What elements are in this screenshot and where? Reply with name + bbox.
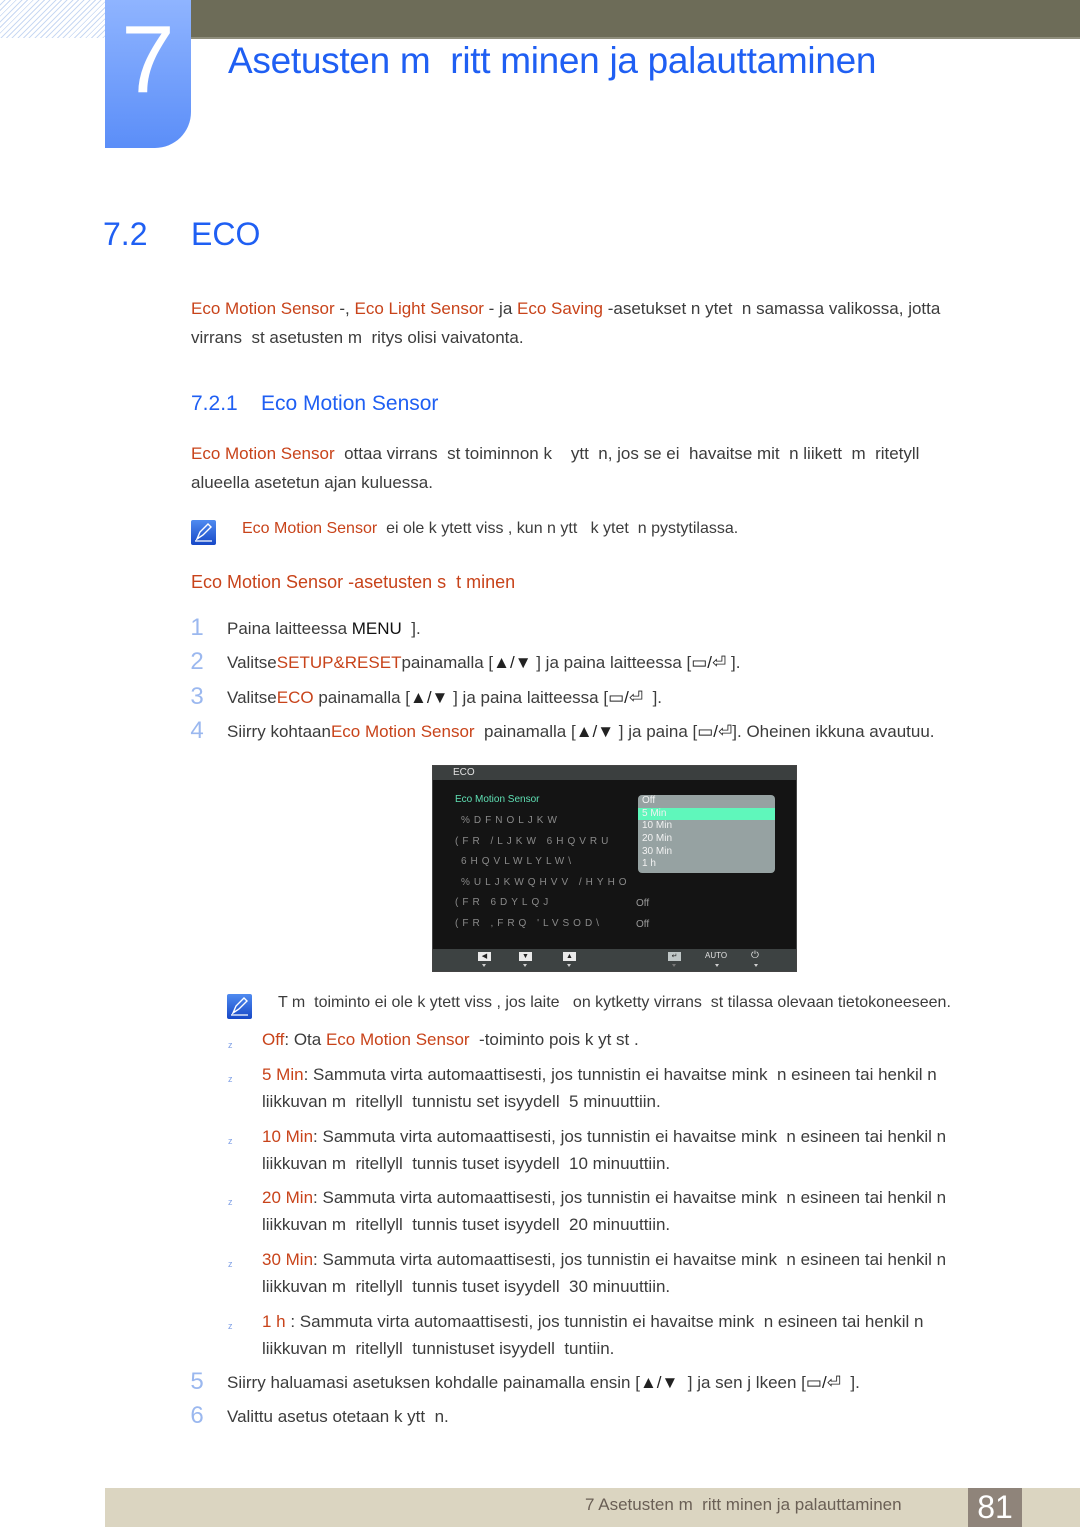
footer-chapter-ref: 7 Asetusten m ritt minen ja palauttamine… bbox=[585, 1495, 902, 1514]
power-icon: ⏻ bbox=[751, 950, 759, 961]
step-5: Siirry haluamasi asetuksen kohdalle pain… bbox=[227, 1373, 860, 1392]
osd-item: %ULJKWQHVV /HYHO bbox=[461, 877, 631, 888]
subsection-number: 7.2.1 bbox=[191, 392, 238, 415]
subsection-title: Eco Motion Sensor bbox=[261, 392, 439, 415]
osd-item: (FR ,FRQ 'LVSOD\ bbox=[455, 918, 603, 929]
up-down-key-icon: ▲/▼ bbox=[493, 653, 532, 672]
step-number: 5 bbox=[190, 1368, 204, 1395]
tick-icon bbox=[754, 964, 758, 967]
menu-key: MENU bbox=[351, 619, 402, 638]
step-number: 3 bbox=[190, 683, 204, 710]
osd-option-20-min: 20 Min bbox=[642, 833, 673, 845]
osd-option-5-min-selected: 5 Min bbox=[638, 807, 775, 821]
osd-option-30-min: 30 Min bbox=[642, 845, 673, 857]
step-number: 6 bbox=[190, 1402, 204, 1429]
osd-footer: ◀ ▼ ▲ ↵ AUTO ⏻ bbox=[433, 949, 796, 971]
bullet-icon: z bbox=[228, 1074, 233, 1084]
tick-icon bbox=[672, 964, 676, 967]
option-5-min: 5 Min: Sammuta virta automaattisesti, jo… bbox=[262, 1065, 937, 1084]
osd-header: ECO bbox=[433, 766, 796, 780]
option-20-min: 20 Min: Sammuta virta automaattisesti, j… bbox=[262, 1188, 947, 1207]
bullet-icon: z bbox=[228, 1136, 233, 1146]
osd-item-eco-motion-sensor: Eco Motion Sensor bbox=[455, 794, 540, 805]
header-bar bbox=[190, 0, 1080, 39]
enter-icon: ↵ bbox=[668, 952, 681, 961]
chapter-title: Asetusten m ritt minen ja palauttaminen bbox=[228, 40, 877, 81]
osd-item: (FR 6DYLQJ bbox=[455, 897, 553, 908]
tick-icon bbox=[715, 964, 719, 967]
source-enter-key-icon: ▭/⏎ bbox=[608, 688, 644, 707]
down-arrow-icon: ▼ bbox=[519, 952, 532, 961]
up-arrow-icon: ▲ bbox=[563, 952, 576, 961]
step-1: Paina laitteessa MENU ]. bbox=[227, 619, 421, 638]
osd-item: %DFNOLJKW bbox=[461, 815, 561, 826]
step-number: 4 bbox=[190, 717, 204, 744]
section-number: 7.2 bbox=[103, 216, 148, 252]
up-down-key-icon: ▲/▼ bbox=[639, 1373, 679, 1392]
header-hatch-decoration bbox=[0, 0, 105, 38]
bullet-icon: z bbox=[228, 1197, 233, 1207]
option-1-h-line-2: liikkuvan m ritellyll tunnistuset isyyde… bbox=[262, 1339, 615, 1358]
description-line-2: alueella asetetun ajan kuluessa. bbox=[191, 473, 433, 492]
step-number: 2 bbox=[190, 648, 204, 675]
osd-item: (FR /LJKW 6HQVRU bbox=[455, 836, 613, 847]
term-eco-motion-sensor: Eco Motion Sensor bbox=[191, 299, 335, 318]
option-10-min: 10 Min: Sammuta virta automaattisesti, j… bbox=[262, 1127, 947, 1146]
term-eco-light-sensor: Eco Light Sensor bbox=[354, 299, 484, 318]
step-number: 1 bbox=[190, 614, 204, 641]
osd-dropdown: Off 5 Min 10 Min 20 Min 30 Min 1 h bbox=[638, 795, 775, 873]
option-5-min-line-2: liikkuvan m ritellyll tunnistu set isyyd… bbox=[262, 1092, 661, 1111]
bullet-icon: z bbox=[228, 1040, 233, 1050]
chapter-number: 7 bbox=[121, 6, 175, 113]
note-1-text: Eco Motion Sensor ei ole k ytett viss , … bbox=[242, 520, 739, 537]
tick-icon bbox=[482, 964, 486, 967]
osd-item: 6HQVLWLYLW\ bbox=[461, 856, 576, 867]
osd-option-10-min: 10 Min bbox=[642, 820, 673, 832]
note-2-text: T m toiminto ei ole k ytett viss , jos l… bbox=[278, 994, 951, 1011]
term-eco-saving: Eco Saving bbox=[517, 299, 604, 318]
bullet-icon: z bbox=[228, 1321, 233, 1331]
option-30-min: 30 Min: Sammuta virta automaattisesti, j… bbox=[262, 1250, 947, 1269]
osd-item-value: Off bbox=[636, 898, 650, 909]
page-number: 81 bbox=[968, 1488, 1022, 1527]
option-20-min-line-2: liikkuvan m ritellyll tunnis tuset isyyd… bbox=[262, 1215, 671, 1234]
source-enter-key-icon: ▭/⏎ bbox=[691, 653, 727, 672]
intro-line-1: Eco Motion Sensor -, Eco Light Sensor - … bbox=[191, 299, 941, 318]
auto-label: AUTO bbox=[705, 951, 728, 960]
left-arrow-icon: ◀ bbox=[478, 952, 491, 961]
tick-icon bbox=[523, 964, 527, 967]
osd-option-1-h: 1 h bbox=[642, 858, 656, 870]
source-enter-key-icon: ▭/⏎ bbox=[697, 722, 733, 741]
source-enter-key-icon: ▭/⏎ bbox=[805, 1373, 841, 1392]
osd-option-off: Off bbox=[642, 795, 656, 806]
procedure-title: Eco Motion Sensor -asetusten s t minen bbox=[191, 572, 516, 592]
bullet-icon: z bbox=[228, 1259, 233, 1269]
intro-line-2: virrans st asetusten m ritys olisi vaiva… bbox=[191, 328, 524, 347]
osd-item-value: Off bbox=[636, 919, 650, 930]
step-4: Siirry kohtaanEco Motion Sensor painamal… bbox=[227, 722, 935, 741]
note-pencil-icon bbox=[227, 994, 252, 1019]
option-30-min-line-2: liikkuvan m ritellyll tunnis tuset isyyd… bbox=[262, 1277, 671, 1296]
note-pencil-icon bbox=[191, 520, 216, 545]
tick-icon bbox=[567, 964, 571, 967]
option-1-h: 1 h : Sammuta virta automaattisesti, jos… bbox=[262, 1312, 924, 1331]
option-10-min-line-2: liikkuvan m ritellyll tunnis tuset isyyd… bbox=[262, 1154, 671, 1173]
option-off: Off: Ota Eco Motion Sensor -toiminto poi… bbox=[262, 1030, 639, 1049]
up-down-key-icon: ▲/▼ bbox=[410, 688, 449, 707]
up-down-key-icon: ▲/▼ bbox=[575, 722, 615, 741]
step-6: Valittu asetus otetaan k ytt n. bbox=[227, 1407, 449, 1426]
section-title: ECO bbox=[191, 216, 261, 252]
step-3: ValitseECO painamalla [▲/▼ ] ja paina la… bbox=[227, 688, 663, 707]
step-2: ValitseSETUP&RESETpainamalla [▲/▼ ] ja p… bbox=[227, 653, 741, 672]
description-line-1: Eco Motion Sensor ottaa virrans st toimi… bbox=[191, 444, 920, 463]
osd-menu-screenshot: ECO Eco Motion Sensor %DFNOLJKW (FR /LJK… bbox=[432, 765, 797, 972]
